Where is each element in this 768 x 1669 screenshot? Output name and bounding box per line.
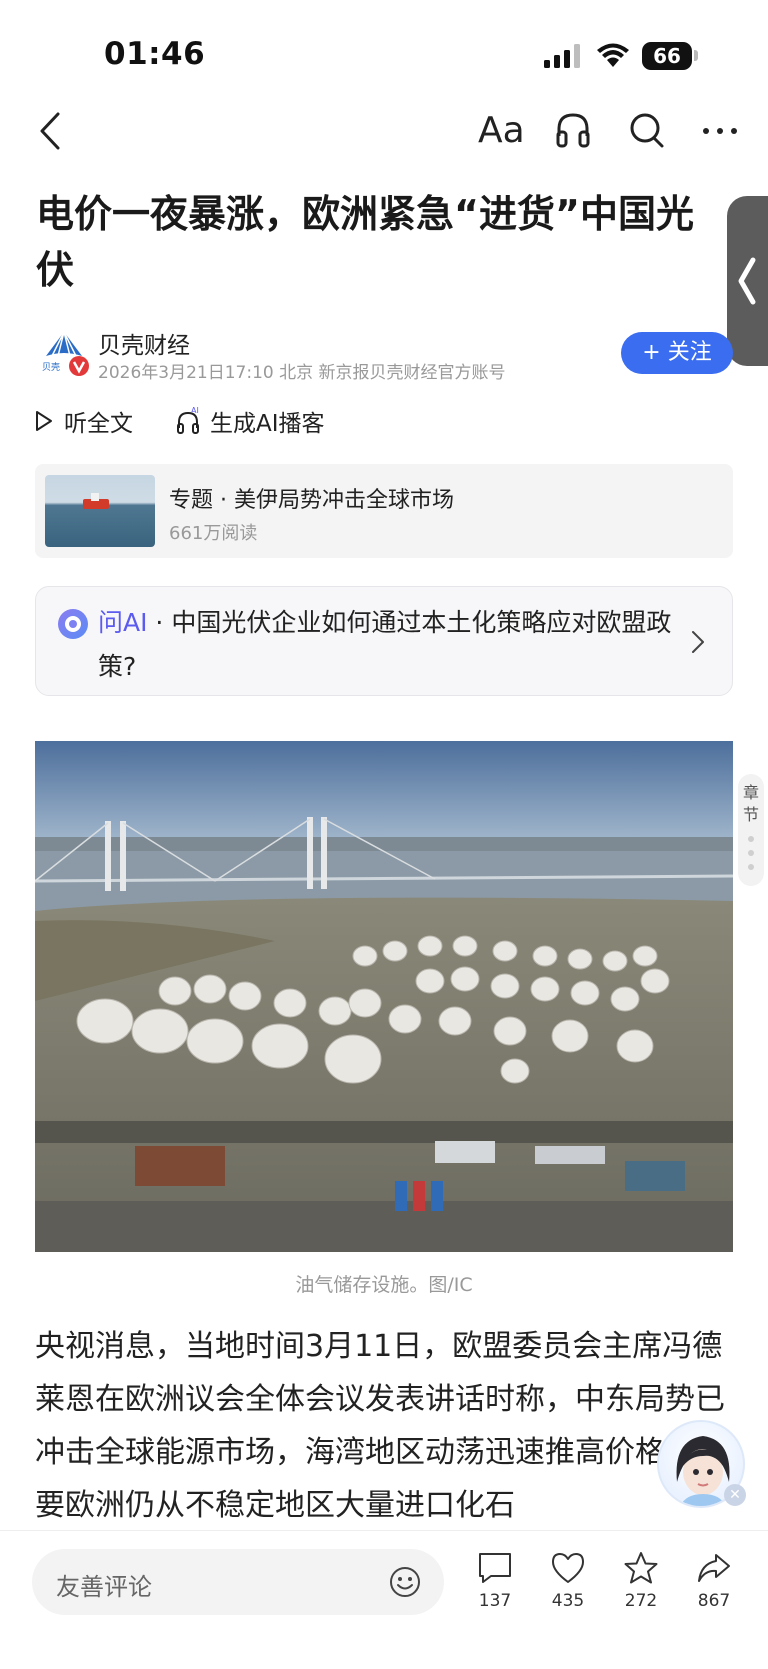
play-icon (36, 411, 52, 431)
topic-title: 专题 · 美伊局势冲击全球市场 (169, 488, 454, 513)
share-count: 867 (697, 1591, 731, 1611)
ask-ai-question: 中国光伏企业如何通过本土化策略应对欧盟政策? (98, 608, 672, 681)
favorite-count: 272 (624, 1591, 658, 1611)
author-name[interactable]: 贝壳财经 (98, 326, 190, 360)
star-icon (624, 1552, 658, 1584)
side-drawer-tab[interactable] (727, 196, 768, 366)
article-meta: 2026年3月21日17:10 北京 新京报贝壳财经官方账号 (98, 363, 506, 383)
photo-caption: 油气储存设施。图/IC (295, 1274, 473, 1296)
ask-ai-separator: · (147, 608, 172, 637)
status-time: 01:46 (104, 36, 206, 72)
chapter-nav[interactable]: 章节 (738, 774, 764, 886)
chapter-dot (748, 836, 754, 842)
podcast-ai-badge: AI (191, 406, 199, 415)
ask-ai-text: 问AI · 中国光伏企业如何通过本土化策略应对欧盟政策? (98, 601, 698, 689)
chapter-dot (748, 864, 754, 870)
listen-full-button[interactable]: 听全文 (34, 404, 133, 438)
topic-reads: 661万阅读 (169, 523, 258, 544)
like-button[interactable]: 435 (538, 1551, 598, 1611)
follow-button[interactable]: + 关注 (621, 332, 733, 374)
ask-ai-icon-core (69, 620, 77, 628)
article-paragraph: 央视消息，当地时间3月11日，欧盟委员会主席冯德莱恩在欧洲议会全体会议发表讲话时… (35, 1329, 725, 1523)
like-count: 435 (551, 1591, 585, 1611)
topic-thumbnail-cabin (91, 493, 99, 501)
generate-podcast-button[interactable]: AI 生成AI播客 (176, 404, 325, 438)
author-logo[interactable]: 贝壳 (38, 326, 90, 378)
close-icon[interactable]: ✕ (724, 1484, 746, 1506)
oil-storage-photo (35, 741, 733, 1252)
comment-count: 137 (478, 1591, 512, 1611)
author-logo-text: 贝壳 (42, 361, 60, 373)
topic-thumbnail (45, 475, 155, 547)
ask-ai-card[interactable]: 问AI · 中国光伏企业如何通过本土化策略应对欧盟政策? (35, 586, 733, 696)
chapter-nav-label: 章节 (743, 783, 760, 824)
wifi-icon (597, 43, 629, 67)
generate-podcast-label: 生成AI播客 (210, 411, 325, 437)
share-button[interactable]: 867 (684, 1551, 744, 1611)
status-bar: 01:46 66 (0, 0, 768, 112)
comment-input[interactable]: 友善评论 (32, 1549, 444, 1615)
chapter-dot (748, 850, 754, 856)
heart-icon (552, 1553, 584, 1583)
article-title: 电价一夜暴涨，欧洲紧急“进货”中国光伏 (36, 192, 694, 292)
topic-card[interactable]: 专题 · 美伊局势冲击全球市场 661万阅读 (35, 464, 733, 558)
chevron-left-icon (738, 257, 756, 305)
article-photo[interactable] (35, 741, 733, 1252)
comment-placeholder: 友善评论 (56, 1573, 152, 1601)
favorite-button[interactable]: 272 (611, 1551, 671, 1611)
bottom-action-bar: 友善评论 137 435 272 867 (0, 1530, 768, 1669)
battery-indicator: 66 (642, 42, 692, 70)
listen-full-label: 听全文 (64, 411, 133, 437)
chevron-right-icon (692, 631, 704, 653)
share-icon (698, 1554, 730, 1582)
comment-button[interactable]: 137 (465, 1551, 525, 1611)
headphones-icon[interactable] (554, 110, 592, 150)
emoji-icon[interactable] (388, 1565, 422, 1599)
cellular-signal-icon (544, 44, 580, 68)
ask-ai-icon (58, 609, 88, 639)
font-size-button[interactable]: Aa (478, 110, 525, 151)
ai-podcast-icon: AI (177, 406, 199, 434)
ask-ai-brand: 问AI (98, 608, 148, 637)
battery-tip (694, 50, 698, 61)
back-icon[interactable] (36, 110, 64, 152)
article-nav-bar: Aa (0, 100, 768, 162)
search-icon[interactable] (628, 110, 666, 150)
comment-icon (479, 1553, 511, 1583)
more-icon[interactable] (700, 114, 740, 148)
